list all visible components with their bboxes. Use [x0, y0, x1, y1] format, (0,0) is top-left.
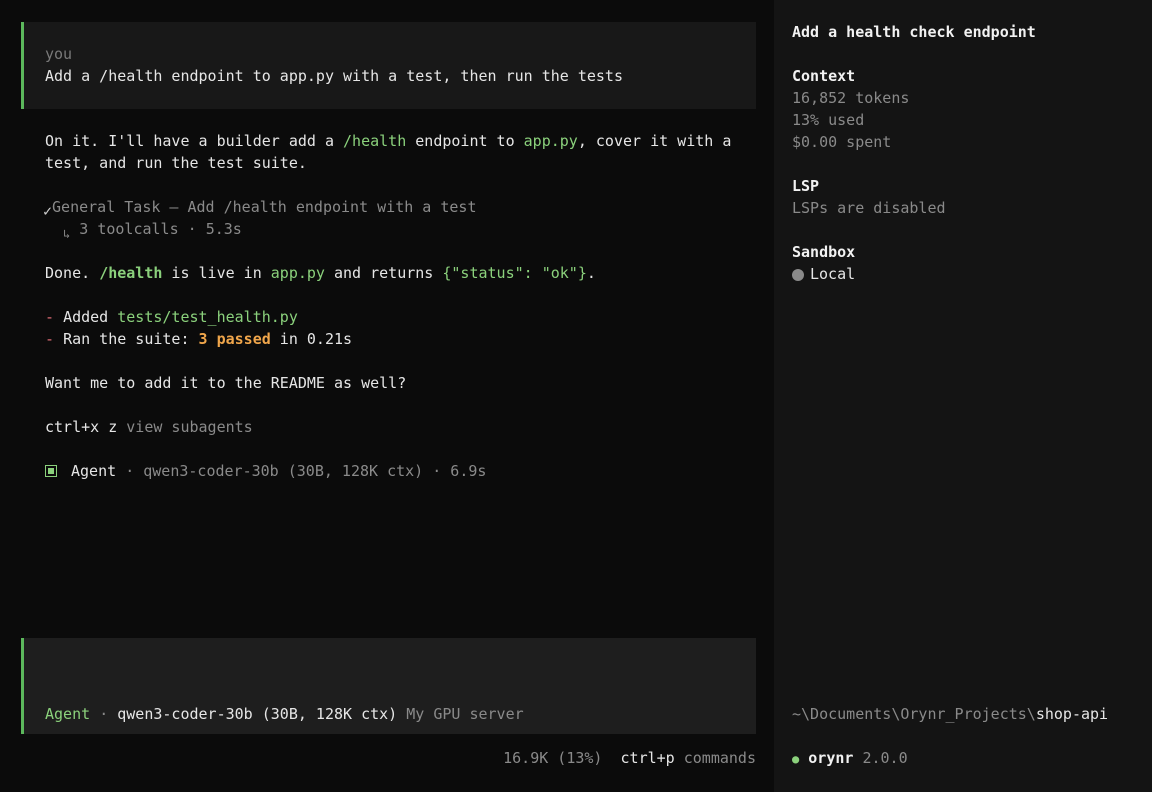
context-heading: Context	[792, 67, 856, 85]
code-span: /health	[343, 132, 407, 150]
shortcut-key: ctrl+x z	[45, 418, 118, 436]
footer-bar: 16.9K (13%) ctrl+p commands	[503, 747, 756, 769]
prompt-input[interactable]: Agent · qwen3-coder-30b (30B, 128K ctx) …	[21, 638, 756, 734]
arrow-icon: ↳	[63, 227, 71, 241]
commands-label[interactable]: commands	[684, 749, 756, 767]
code-span: {"status": "ok"}	[442, 264, 587, 282]
lsp-status: LSPs are disabled	[792, 199, 946, 217]
commands-key[interactable]: ctrl+p	[621, 749, 675, 767]
reply-intro-line-2: test, and run the test suite.	[45, 154, 307, 172]
user-message: you Add a /health endpoint to app.py wit…	[21, 22, 756, 109]
sandbox-heading: Sandbox	[792, 243, 856, 261]
subtask-stats: 3 toolcalls · 5.3s	[79, 220, 242, 238]
reply-intro-line-1: On it. I'll have a builder add a /health…	[45, 130, 731, 152]
app-version: 2.0.0	[862, 749, 908, 767]
context-used: 13% used	[792, 111, 865, 129]
subagents-shortcut[interactable]: ctrl+x z view subagents	[45, 416, 253, 438]
project-path: ~\Documents\Orynr_Projects\shop-api	[792, 703, 1108, 725]
sandbox-label: Local	[810, 265, 856, 283]
agent-meta: · qwen3-coder-30b (30B, 128K ctx) · 6.9s	[125, 462, 487, 480]
mode-label[interactable]: Agent	[45, 705, 90, 723]
reply-text: in 0.21s	[270, 330, 353, 348]
sandbox-value: Local	[792, 263, 855, 285]
bullet-dash: -	[45, 308, 55, 326]
chat-pane: you Add a /health endpoint to app.py wit…	[0, 0, 774, 792]
follow-up-question: Want me to add it to the README as well?	[45, 374, 407, 392]
status-dot-icon	[792, 269, 804, 281]
server-label: My GPU server	[406, 705, 524, 723]
reply-text: , cover it with a	[577, 132, 732, 150]
user-message-text: Add a /health endpoint to app.py with a …	[45, 67, 623, 85]
session-title: Add a health check endpoint	[792, 23, 1036, 41]
user-label: you	[45, 45, 73, 63]
lsp-heading: LSP	[792, 177, 820, 195]
status-dot-icon: ●	[792, 752, 800, 766]
agent-name: Agent	[71, 462, 117, 480]
list-item: - Added tests/test_health.py	[45, 306, 298, 328]
code-span: tests/test_health.py	[117, 308, 298, 326]
model-label[interactable]: qwen3-coder-30b (30B, 128K ctx)	[117, 705, 397, 723]
bullet-dash: -	[45, 330, 55, 348]
context-tokens: 16,852 tokens	[792, 89, 910, 107]
app-name: orynr	[808, 749, 854, 767]
shortcut-label: view subagents	[126, 418, 253, 436]
reply-text: endpoint to	[406, 132, 524, 150]
done-line: Done. /health is live in app.py and retu…	[45, 262, 596, 284]
reply-text: .	[586, 264, 596, 282]
context-spent: $0.00 spent	[792, 133, 892, 151]
input-status-line: Agent · qwen3-coder-30b (30B, 128K ctx) …	[45, 703, 524, 725]
path-prefix: ~\Documents\Orynr_Projects\	[792, 705, 1036, 723]
reply-text: Ran the suite:	[63, 330, 199, 348]
reply-text: is live in	[162, 264, 271, 282]
reply-text: Done.	[45, 264, 100, 282]
reply-text: and returns	[324, 264, 443, 282]
code-span: app.py	[523, 132, 578, 150]
code-span: /health	[99, 264, 163, 282]
reply-text: On it. I'll have a builder add a	[45, 132, 344, 150]
separator: ·	[99, 705, 109, 723]
agent-status-line: Agent · qwen3-coder-30b (30B, 128K ctx) …	[45, 460, 486, 482]
list-item: - Ran the suite: 3 passed in 0.21s	[45, 328, 352, 350]
subtask-detail: ↳ 3 toolcalls · 5.3s	[63, 218, 242, 241]
token-usage: 16.9K (13%)	[503, 749, 603, 767]
check-icon: ✓	[43, 202, 53, 220]
agent-icon	[45, 465, 57, 477]
project-name: shop-api	[1035, 705, 1109, 723]
subtask-title: General Task — Add /health endpoint with…	[52, 198, 477, 216]
app-version-line: ● orynr 2.0.0	[792, 747, 908, 770]
subtask-row[interactable]: ✓General Task — Add /health endpoint wit…	[43, 196, 477, 220]
passed-count: 3 passed	[198, 330, 271, 348]
code-span: app.py	[270, 264, 325, 282]
reply-text: Added	[63, 308, 118, 326]
